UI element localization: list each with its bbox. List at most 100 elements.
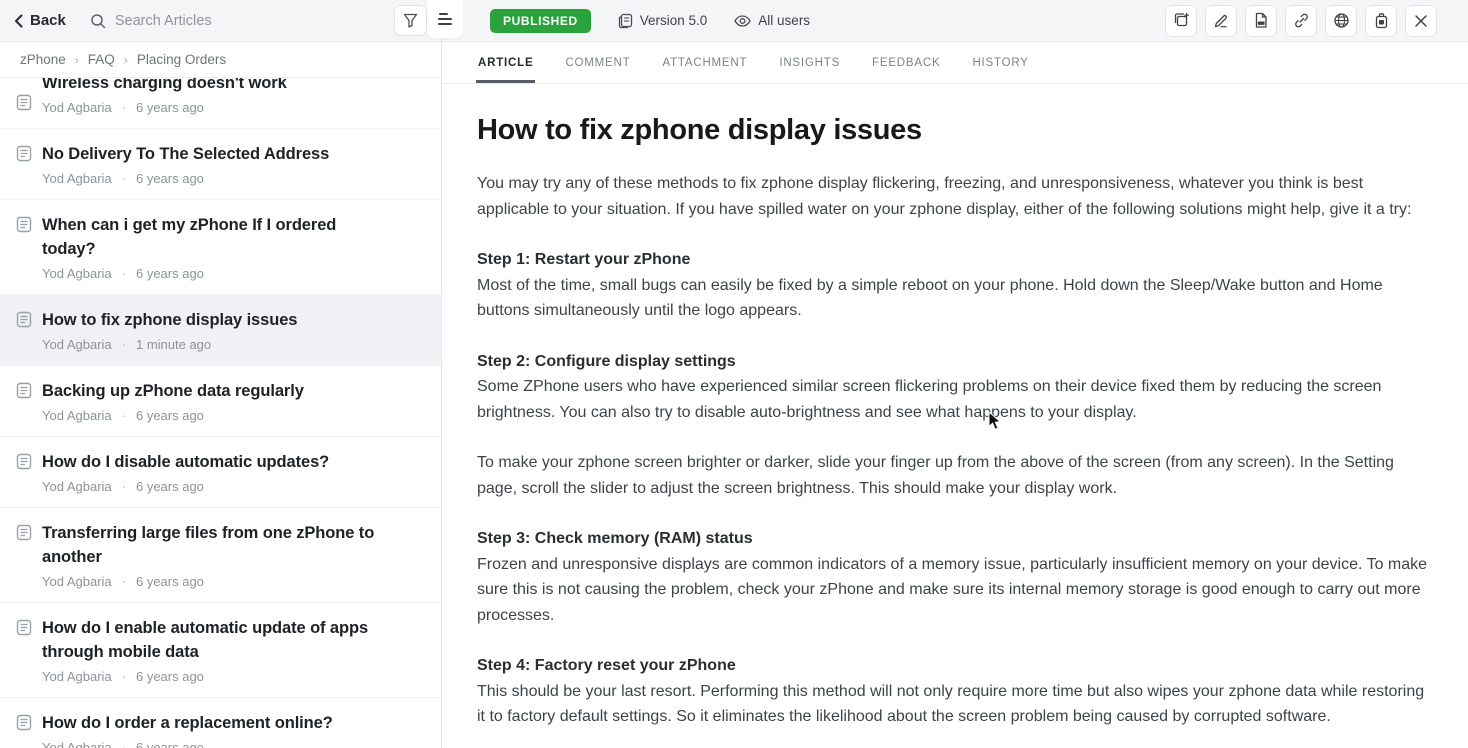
article-doc-icon <box>16 145 32 162</box>
list-item[interactable]: How do I order a replacement online? Yod… <box>0 698 441 748</box>
close-icon <box>1414 14 1428 28</box>
back-button[interactable]: Back <box>14 12 66 29</box>
chevron-left-icon <box>14 14 23 28</box>
close-button[interactable] <box>1405 4 1437 37</box>
article-step: Step 2: Configure display settings Some … <box>477 349 1434 426</box>
article-time: 6 years ago <box>135 408 204 423</box>
breadcrumb: zPhone › FAQ › Placing Orders <box>0 42 441 78</box>
article-author: Yod Agbaria <box>42 408 112 423</box>
list-item-selected[interactable]: How to fix zphone display issues Yod Agb… <box>0 295 441 366</box>
article-title: How do I disable automatic updates? <box>42 453 330 471</box>
page-title: How to fix zphone display issues <box>477 114 922 146</box>
article-author: Yod Agbaria <box>42 171 112 186</box>
article-status-bar: PUBLISHED Version 5.0 All users <box>442 0 1468 42</box>
copy-plus-icon <box>1173 12 1190 29</box>
article-step: Step 1: Restart your zPhone Most of the … <box>477 247 1434 324</box>
collapse-list-button[interactable] <box>427 0 463 38</box>
meta-dot <box>112 171 136 186</box>
article-doc-icon <box>16 94 32 111</box>
article-time: 1 minute ago <box>135 337 212 352</box>
link-icon <box>1293 12 1310 29</box>
meta-dot <box>112 740 136 748</box>
meta-dot <box>112 574 136 589</box>
status-badge: PUBLISHED <box>490 8 591 33</box>
list-item[interactable]: No Delivery To The Selected Address Yod … <box>0 129 441 200</box>
list-item[interactable]: Backing up zPhone data regularly Yod Agb… <box>0 366 441 437</box>
meta-dot <box>112 100 136 115</box>
article-doc-icon <box>16 714 32 731</box>
copy-link-button[interactable] <box>1285 4 1317 37</box>
article-content[interactable]: How to fix zphone display issues You may… <box>442 84 1468 748</box>
edit-article-button[interactable] <box>1205 4 1237 37</box>
list-item[interactable]: How do I enable automatic update of apps… <box>0 603 441 698</box>
article-author: Yod Agbaria <box>42 337 112 352</box>
article-author: Yod Agbaria <box>42 669 112 684</box>
clone-article-button[interactable] <box>1165 4 1197 37</box>
article-title: Wireless charging doesn't work <box>42 78 287 92</box>
pencil-icon <box>1213 13 1229 29</box>
step-body: Frozen and unresponsive displays are com… <box>477 555 1428 624</box>
search-box[interactable] <box>90 12 394 29</box>
filter-button[interactable] <box>394 5 427 36</box>
article-author: Yod Agbaria <box>42 266 112 281</box>
article-time: 6 years ago <box>135 479 204 494</box>
list-item[interactable]: When can i get my zPhone If I ordered to… <box>0 200 441 295</box>
tab-comment[interactable]: COMMENT <box>565 42 630 83</box>
article-title: How do I order a replacement online? <box>42 714 333 732</box>
meta-dot <box>112 479 136 494</box>
article-time: 6 years ago <box>135 100 204 115</box>
article-doc-icon <box>16 382 32 399</box>
article-time: 6 years ago <box>135 669 204 684</box>
eye-icon <box>734 14 752 27</box>
filter-funnel-icon <box>403 13 418 28</box>
article-actions <box>1165 4 1437 37</box>
delete-article-button[interactable] <box>1365 4 1397 37</box>
version-selector[interactable]: Version 5.0 <box>618 13 707 29</box>
article-title: How do I enable automatic update of apps… <box>42 619 369 661</box>
list-item[interactable]: How do I disable automatic updates? Yod … <box>0 437 441 508</box>
article-author: Yod Agbaria <box>42 100 112 115</box>
visibility-selector[interactable]: All users <box>734 13 810 28</box>
article-author: Yod Agbaria <box>42 574 112 589</box>
collapse-list-icon <box>438 13 452 25</box>
step-heading: Step 2: Configure display settings <box>477 352 736 370</box>
tab-attachment[interactable]: ATTACHMENT <box>662 42 747 83</box>
globe-icon <box>1333 12 1350 29</box>
meta-dot <box>112 266 136 281</box>
breadcrumb-item-placing-orders[interactable]: Placing Orders <box>137 52 226 67</box>
article-title: When can i get my zPhone If I ordered to… <box>42 216 337 258</box>
breadcrumb-item-zphone[interactable]: zPhone <box>20 52 66 67</box>
search-input[interactable] <box>114 12 295 29</box>
sidebar-toolbar: Back <box>0 0 441 42</box>
trash-icon <box>1374 12 1389 29</box>
article-author: Yod Agbaria <box>42 479 112 494</box>
breadcrumb-item-faq[interactable]: FAQ <box>88 52 115 67</box>
list-item[interactable]: Wireless charging doesn't work Yod Agbar… <box>0 78 441 129</box>
article-title: No Delivery To The Selected Address <box>42 145 330 163</box>
tab-history[interactable]: HISTORY <box>972 42 1028 83</box>
step-body: Most of the time, small bugs can easily … <box>477 276 1383 320</box>
article-step: Step 4: Factory reset your zPhone This s… <box>477 653 1434 730</box>
article-title: Transferring large files from one zPhone… <box>42 524 375 566</box>
step-body: Some ZPhone users who have experienced s… <box>477 378 1382 421</box>
list-item[interactable]: Transferring large files from one zPhone… <box>0 508 441 603</box>
article-step: Step 3: Check memory (RAM) status Frozen… <box>477 526 1434 628</box>
article-doc-icon <box>16 453 32 470</box>
article-author: Yod Agbaria <box>42 740 112 748</box>
step-heading: Step 1: Restart your zPhone <box>477 251 691 268</box>
article-time: 6 years ago <box>135 266 204 281</box>
meta-dot <box>112 669 136 684</box>
article-time: 6 years ago <box>135 574 204 589</box>
app-window: Back zPhone › FAQ › Placing Orders <box>0 0 1468 748</box>
export-pdf-button[interactable] <box>1245 4 1277 37</box>
article-tabs: ARTICLE COMMENT ATTACHMENT INSIGHTS FEED… <box>442 42 1468 84</box>
tab-article[interactable]: ARTICLE <box>475 42 536 83</box>
article-doc-icon <box>16 216 32 233</box>
breadcrumb-separator: › <box>74 52 79 67</box>
tab-insights[interactable]: INSIGHTS <box>779 42 840 83</box>
breadcrumb-separator: › <box>123 52 128 67</box>
article-time: 6 years ago <box>135 171 204 186</box>
tab-feedback[interactable]: FEEDBACK <box>872 42 940 83</box>
version-doc-icon <box>618 13 633 29</box>
translate-globe-button[interactable] <box>1325 4 1357 37</box>
